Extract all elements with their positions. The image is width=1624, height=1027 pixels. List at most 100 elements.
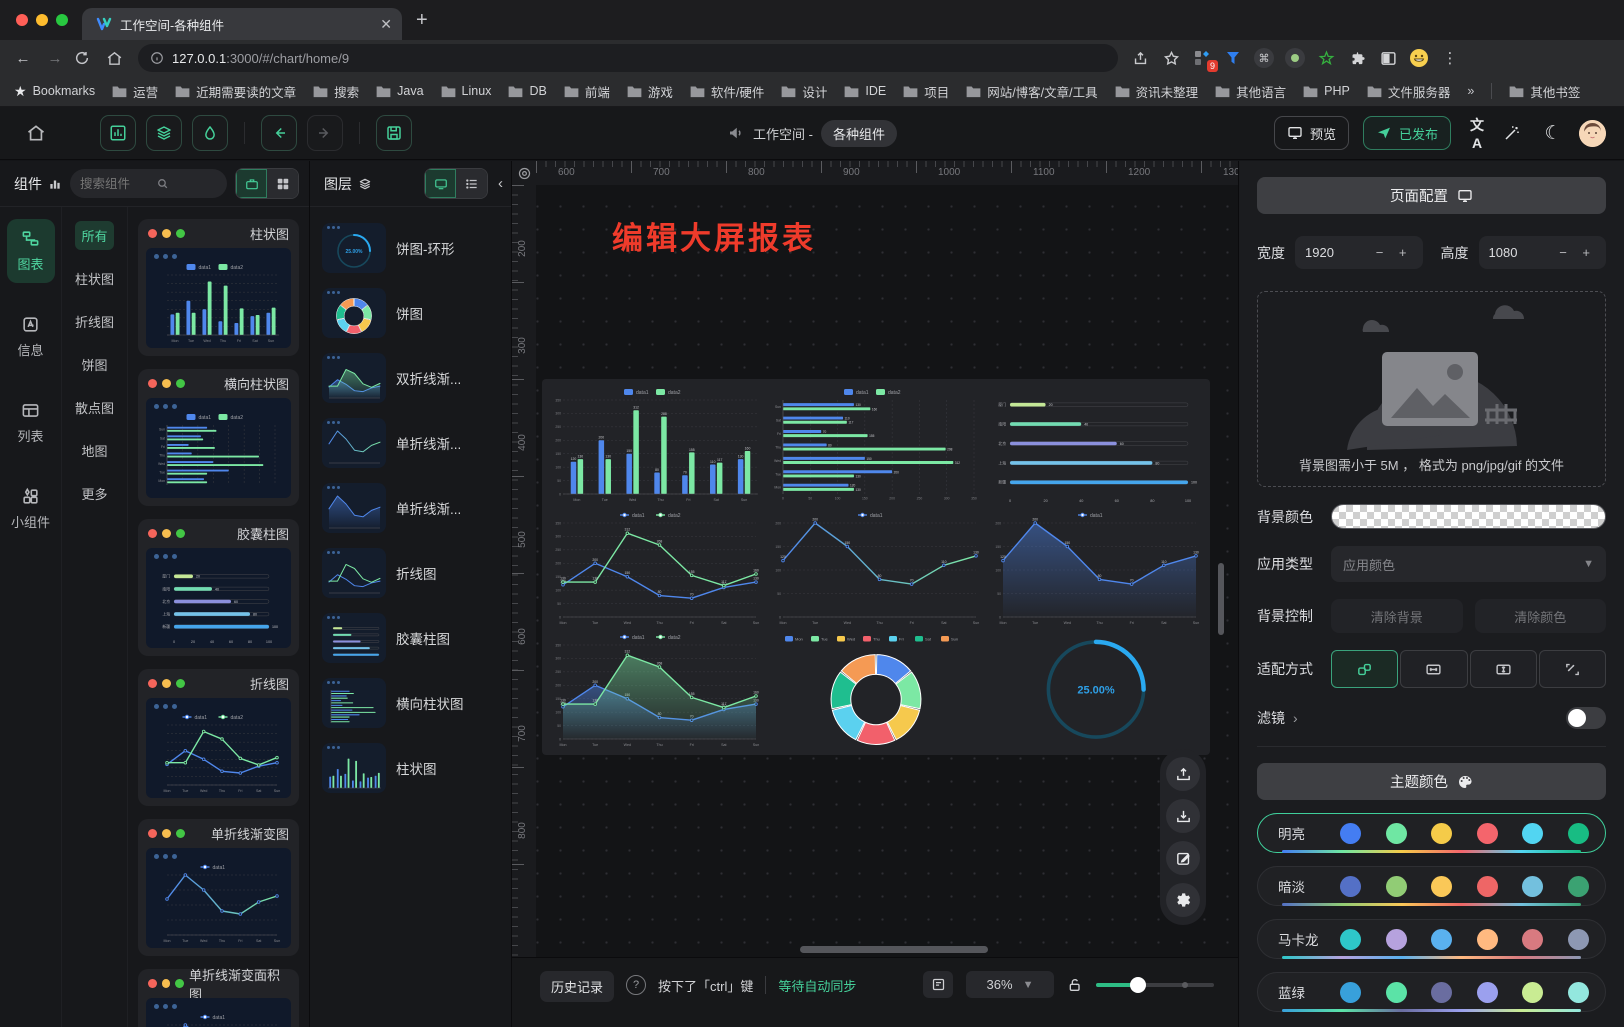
category-折线图[interactable]: 折线图 xyxy=(69,307,120,336)
theme-row-蓝绿[interactable]: 蓝绿 xyxy=(1257,972,1606,1012)
bookmark-folder[interactable]: 软件/硬件 xyxy=(690,82,764,101)
panel-toggle-button[interactable] xyxy=(923,971,953,998)
canvas-chart-bar-dual[interactable]: data1data2050100150200250300350120200150… xyxy=(546,383,766,506)
other-bookmarks[interactable]: 其他书签 xyxy=(1509,82,1580,101)
canvas-chart-donut[interactable]: MonTueWedThuFriSatSun xyxy=(766,628,986,751)
zoom-select[interactable]: 36%▼ xyxy=(966,971,1054,998)
canvas-chart-ring[interactable]: 25.00% xyxy=(986,628,1206,751)
search-input[interactable] xyxy=(80,177,150,191)
layers-panel-toggle[interactable] xyxy=(146,115,182,151)
layer-item[interactable]: 柱状图 xyxy=(322,743,499,793)
canvas-chart-capsule[interactable]: 厦门20南阳40北京60上海80新疆100020406080100 xyxy=(986,383,1206,506)
list-view-button[interactable] xyxy=(456,169,487,198)
category-饼图[interactable]: 饼图 xyxy=(75,350,113,379)
sidebar-tab-列表[interactable]: 列表 xyxy=(7,391,55,455)
profile-avatar-icon[interactable] xyxy=(1409,48,1429,68)
new-tab-button[interactable]: + xyxy=(416,9,428,32)
theme-row-暗淡[interactable]: 暗淡 xyxy=(1257,866,1606,906)
category-所有[interactable]: 所有 xyxy=(75,221,113,250)
workspace-name-chip[interactable]: 各种组件 xyxy=(821,120,897,147)
browser-tab[interactable]: 工作空间-各种组件 ✕ xyxy=(82,8,402,40)
user-avatar[interactable] xyxy=(1579,120,1606,147)
bookmark-star-icon[interactable] xyxy=(1161,48,1181,68)
vertical-scrollbar[interactable] xyxy=(1218,563,1224,635)
clear-background-button[interactable]: 清除背景 xyxy=(1331,599,1463,633)
chevron-right-icon[interactable]: › xyxy=(1293,710,1298,726)
canvas-chart-hbar-dual[interactable]: data1data2050100150200250300350120200150… xyxy=(766,383,986,506)
browser-menu-icon[interactable]: ⋮ xyxy=(1440,48,1460,68)
collapse-panel-icon[interactable]: ‹ xyxy=(498,175,503,192)
theme-row-马卡龙[interactable]: 马卡龙 xyxy=(1257,919,1606,959)
filter-toggle[interactable] xyxy=(1566,707,1606,729)
funnel-extension-icon[interactable] xyxy=(1223,48,1243,68)
bookmark-folder[interactable]: Linux xyxy=(441,84,492,98)
slider-knob[interactable] xyxy=(1130,977,1146,993)
layer-item[interactable]: 胶囊柱图 xyxy=(322,613,499,663)
category-柱状图[interactable]: 柱状图 xyxy=(69,264,120,293)
component-card[interactable]: 柱状图data1data2MonTueWedThuFriSatSun xyxy=(138,219,299,356)
grid-view-button[interactable] xyxy=(267,169,298,198)
theme-row-明亮[interactable]: 明亮 xyxy=(1257,813,1606,853)
back-icon[interactable]: ← xyxy=(10,50,36,67)
fit-width-button[interactable] xyxy=(1400,650,1467,688)
canvas-chart-line-dual[interactable]: data1data2050100150200250300350120200150… xyxy=(546,506,766,629)
star-extension-icon[interactable] xyxy=(1316,48,1336,68)
sidebar-tab-小组件[interactable]: 小组件 xyxy=(7,477,55,541)
background-upload-dropzone[interactable]: 背景图需小于 5M ， 格式为 png/jpg/gif 的文件 xyxy=(1257,291,1606,487)
export-button[interactable] xyxy=(1166,799,1200,833)
zoom-slider[interactable] xyxy=(1096,978,1214,992)
component-card[interactable]: 折线图data1data2MonTueWedThuFriSatSun xyxy=(138,669,299,806)
tab-group-extension-icon[interactable]: 9 xyxy=(1192,48,1212,68)
lock-icon[interactable] xyxy=(1067,977,1083,993)
share-icon[interactable] xyxy=(1130,48,1150,68)
magic-wand-icon[interactable] xyxy=(1503,124,1527,142)
sidebar-tab-图表[interactable]: 图表 xyxy=(7,219,55,283)
category-地图[interactable]: 地图 xyxy=(75,436,113,465)
thumbnail-view-button[interactable] xyxy=(425,169,456,198)
component-card[interactable]: 胶囊柱图厦门20南阳40北京60上海80新疆100020406080100 xyxy=(138,519,299,656)
fit-stretch-button[interactable] xyxy=(1539,650,1606,688)
layer-item[interactable]: 饼图 xyxy=(322,288,499,338)
sidebar-tab-信息[interactable]: 信息 xyxy=(7,305,55,369)
bookmarks-root[interactable]: ★Bookmarks xyxy=(14,83,95,100)
horizontal-scrollbar[interactable] xyxy=(800,946,988,953)
ruler-toggle-eye-icon[interactable] xyxy=(512,161,536,185)
preview-button[interactable]: 预览 xyxy=(1274,116,1349,150)
bookmark-folder[interactable]: 文件服务器 xyxy=(1367,82,1451,101)
settings-gear-button[interactable] xyxy=(1166,883,1200,917)
component-card[interactable]: 横向柱状图data1data2MonTueWedThuFriSatSun xyxy=(138,369,299,506)
extensions-puzzle-icon[interactable] xyxy=(1347,48,1367,68)
design-canvas[interactable]: 6007008009001000110012001300 20030040050… xyxy=(512,161,1238,1027)
canvas-chart-line-area-dual[interactable]: data1data2050100150200250300350120200150… xyxy=(546,628,766,751)
dashboard-board[interactable]: data1data2050100150200250300350120200150… xyxy=(542,379,1210,755)
reload-icon[interactable] xyxy=(74,50,100,66)
bookmark-folder[interactable]: 搜索 xyxy=(313,82,359,101)
bookmark-folder[interactable]: 项目 xyxy=(903,82,949,101)
edit-button[interactable] xyxy=(1166,841,1200,875)
close-window-button[interactable] xyxy=(16,14,28,26)
height-stepper[interactable]: 1080− + xyxy=(1479,236,1607,269)
minimize-window-button[interactable] xyxy=(36,14,48,26)
redo-button[interactable] xyxy=(307,115,343,151)
category-更多[interactable]: 更多 xyxy=(75,479,113,508)
bookmarks-overflow[interactable]: » xyxy=(1467,84,1474,98)
detail-panel-toggle[interactable] xyxy=(192,115,228,151)
home-icon[interactable] xyxy=(106,50,132,67)
home-button[interactable] xyxy=(18,115,54,151)
bookmark-folder[interactable]: DB xyxy=(508,84,546,98)
save-button[interactable] xyxy=(376,115,412,151)
dark-mode-moon-icon[interactable]: ☾ xyxy=(1541,122,1565,145)
search-components-box[interactable] xyxy=(70,169,227,198)
translate-icon[interactable]: 文A xyxy=(1465,115,1489,151)
command-extension-icon[interactable]: ⌘ xyxy=(1254,48,1274,68)
window-controls[interactable] xyxy=(0,14,82,26)
layer-item[interactable]: 双折线渐... xyxy=(322,353,499,403)
stepper-buttons[interactable]: − + xyxy=(1559,245,1596,260)
bookmark-folder[interactable]: 运营 xyxy=(112,82,158,101)
site-info-icon[interactable] xyxy=(150,51,164,65)
layer-item[interactable]: 折线图 xyxy=(322,548,499,598)
url-input[interactable]: 127.0.0.1:3000/#/chart/home/9 xyxy=(138,44,1118,72)
layer-item[interactable]: 单折线渐... xyxy=(322,483,499,533)
bookmark-folder[interactable]: PHP xyxy=(1303,84,1350,98)
clear-color-button[interactable]: 清除颜色 xyxy=(1475,599,1607,633)
